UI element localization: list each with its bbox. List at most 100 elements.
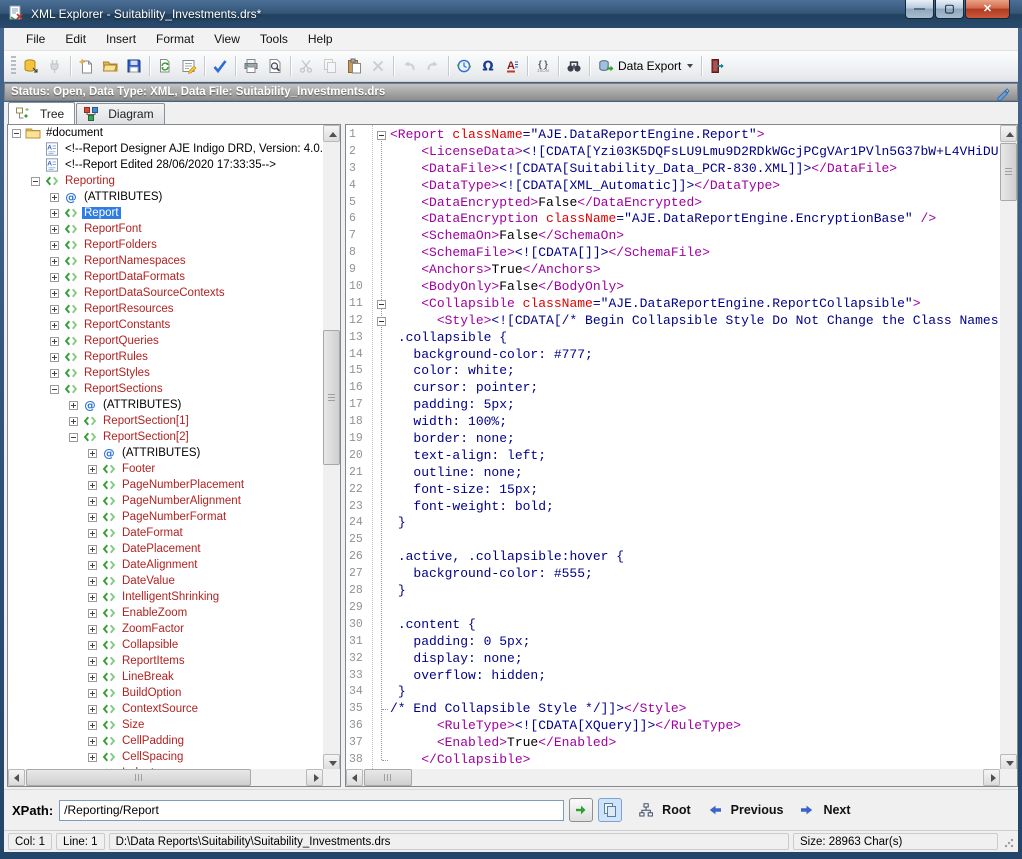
tree-horizontal-scrollbar[interactable]: [8, 769, 323, 786]
plus-expander[interactable]: [88, 657, 97, 666]
fold-collapse-box[interactable]: [377, 131, 386, 140]
plus-expander[interactable]: [50, 289, 59, 298]
tree-item-dateplacement[interactable]: DatePlacement: [8, 541, 323, 557]
properties-button[interactable]: [177, 54, 201, 78]
tree-item-reportsection-1[interactable]: ReportSection[1]: [8, 413, 323, 429]
plus-expander[interactable]: [88, 721, 97, 730]
fold-collapse-box[interactable]: [377, 317, 386, 326]
maximize-button[interactable]: ▢: [935, 0, 964, 19]
exit-button[interactable]: [705, 54, 729, 78]
scroll-up-arrow[interactable]: [1000, 125, 1017, 142]
menu-format[interactable]: Format: [146, 29, 204, 49]
plus-expander[interactable]: [50, 337, 59, 346]
plus-expander[interactable]: [50, 353, 59, 362]
refresh-document-button[interactable]: [153, 54, 177, 78]
tree-item-linebreak[interactable]: LineBreak: [8, 669, 323, 685]
tree-item-footer[interactable]: Footer: [8, 461, 323, 477]
editor-vertical-scrollbar[interactable]: [1000, 125, 1017, 771]
plus-expander[interactable]: [88, 449, 97, 458]
tree-item-cellspacing[interactable]: CellSpacing: [8, 749, 323, 765]
scroll-left-arrow[interactable]: [346, 769, 363, 786]
plus-expander[interactable]: [88, 753, 97, 762]
tab-diagram[interactable]: Diagram: [76, 103, 164, 124]
print-button[interactable]: [239, 54, 263, 78]
tree-item-reportitems[interactable]: ReportItems: [8, 653, 323, 669]
scroll-left-arrow[interactable]: [8, 769, 25, 786]
tree-item-cellpadding[interactable]: CellPadding: [8, 733, 323, 749]
tree-item-document[interactable]: #document: [8, 125, 323, 141]
tree-item-intelligentshrinking[interactable]: IntelligentShrinking: [8, 589, 323, 605]
web-refresh-button[interactable]: [452, 54, 476, 78]
plus-expander[interactable]: [88, 545, 97, 554]
plus-expander[interactable]: [50, 369, 59, 378]
plus-expander[interactable]: [88, 705, 97, 714]
plus-expander[interactable]: [50, 225, 59, 234]
tree-item-reportconstants[interactable]: ReportConstants: [8, 317, 323, 333]
tree-item-pagenumberalignment[interactable]: PageNumberAlignment: [8, 493, 323, 509]
plus-expander[interactable]: [88, 465, 97, 474]
print-preview-button[interactable]: [263, 54, 287, 78]
fold-collapse-box[interactable]: [377, 300, 386, 309]
scroll-up-arrow[interactable]: [323, 125, 340, 142]
tree-hscroll-thumb[interactable]: [26, 769, 251, 786]
plus-expander[interactable]: [50, 257, 59, 266]
plus-expander[interactable]: [69, 401, 78, 410]
tree-item-reportresources[interactable]: ReportResources: [8, 301, 323, 317]
plus-expander[interactable]: [88, 609, 97, 618]
scroll-right-arrow[interactable]: [306, 769, 323, 786]
plus-expander[interactable]: [88, 577, 97, 586]
tree-item-report-designer-aje-indigo-drd-version-4-0-74[interactable]: A<!--Report Designer AJE Indigo DRD, Ver…: [8, 141, 323, 157]
menu-view[interactable]: View: [204, 29, 250, 49]
xpath-copy-button[interactable]: [598, 798, 622, 822]
plus-expander[interactable]: [50, 305, 59, 314]
tree-item-datealignment[interactable]: DateAlignment: [8, 557, 323, 573]
tree-vertical-scrollbar[interactable]: [323, 125, 340, 771]
tree-item-report[interactable]: Report: [8, 205, 323, 221]
plus-expander[interactable]: [88, 561, 97, 570]
plus-expander[interactable]: [88, 641, 97, 650]
xpath-nav-root[interactable]: Root: [638, 802, 690, 818]
editor-hscroll-thumb[interactable]: [364, 769, 412, 786]
minimize-button[interactable]: —: [905, 0, 934, 19]
xpath-input[interactable]: [59, 800, 564, 821]
tree-item-enablezoom[interactable]: EnableZoom: [8, 605, 323, 621]
minus-expander[interactable]: [31, 177, 40, 186]
plus-expander[interactable]: [50, 273, 59, 282]
tree-item-collapsible[interactable]: Collapsible: [8, 637, 323, 653]
save-button[interactable]: [122, 54, 146, 78]
xml-tree-view[interactable]: #documentA<!--Report Designer AJE Indigo…: [8, 125, 323, 769]
omega-button[interactable]: Ω: [476, 54, 500, 78]
tree-item-reportsections[interactable]: ReportSections: [8, 381, 323, 397]
tree-item-size[interactable]: Size: [8, 717, 323, 733]
xpath-go-button[interactable]: [569, 798, 593, 822]
menu-insert[interactable]: Insert: [96, 29, 146, 49]
menu-tools[interactable]: Tools: [250, 29, 298, 49]
find-binoculars-button[interactable]: [562, 54, 586, 78]
plus-expander[interactable]: [50, 321, 59, 330]
plus-expander[interactable]: [50, 209, 59, 218]
tree-item-attributes[interactable]: @(ATTRIBUTES): [8, 445, 323, 461]
tree-item-zoomfactor[interactable]: ZoomFactor: [8, 621, 323, 637]
plus-expander[interactable]: [88, 529, 97, 538]
tree-item-reportfont[interactable]: ReportFont: [8, 221, 323, 237]
tree-item-reportrules[interactable]: ReportRules: [8, 349, 323, 365]
tree-item-attributes[interactable]: @(ATTRIBUTES): [8, 189, 323, 205]
menu-edit[interactable]: Edit: [55, 29, 96, 49]
tree-item-reportfolders[interactable]: ReportFolders: [8, 237, 323, 253]
plus-expander[interactable]: [88, 737, 97, 746]
xpath-nav-next[interactable]: Next: [799, 802, 850, 818]
minus-expander[interactable]: [12, 129, 21, 138]
minus-expander[interactable]: [50, 385, 59, 394]
db-connect-button[interactable]: [19, 54, 43, 78]
tab-tree[interactable]: Tree: [8, 102, 75, 124]
close-button[interactable]: ✕: [965, 0, 1010, 19]
xpath-nav-previous[interactable]: Previous: [707, 802, 784, 818]
plus-expander[interactable]: [88, 673, 97, 682]
tree-item-reportdataformats[interactable]: ReportDataFormats: [8, 269, 323, 285]
plus-expander[interactable]: [88, 513, 97, 522]
font-color-button[interactable]: A: [500, 54, 524, 78]
plus-expander[interactable]: [50, 193, 59, 202]
menu-file[interactable]: File: [16, 29, 55, 49]
plus-expander[interactable]: [88, 625, 97, 634]
paste-button[interactable]: [342, 54, 366, 78]
